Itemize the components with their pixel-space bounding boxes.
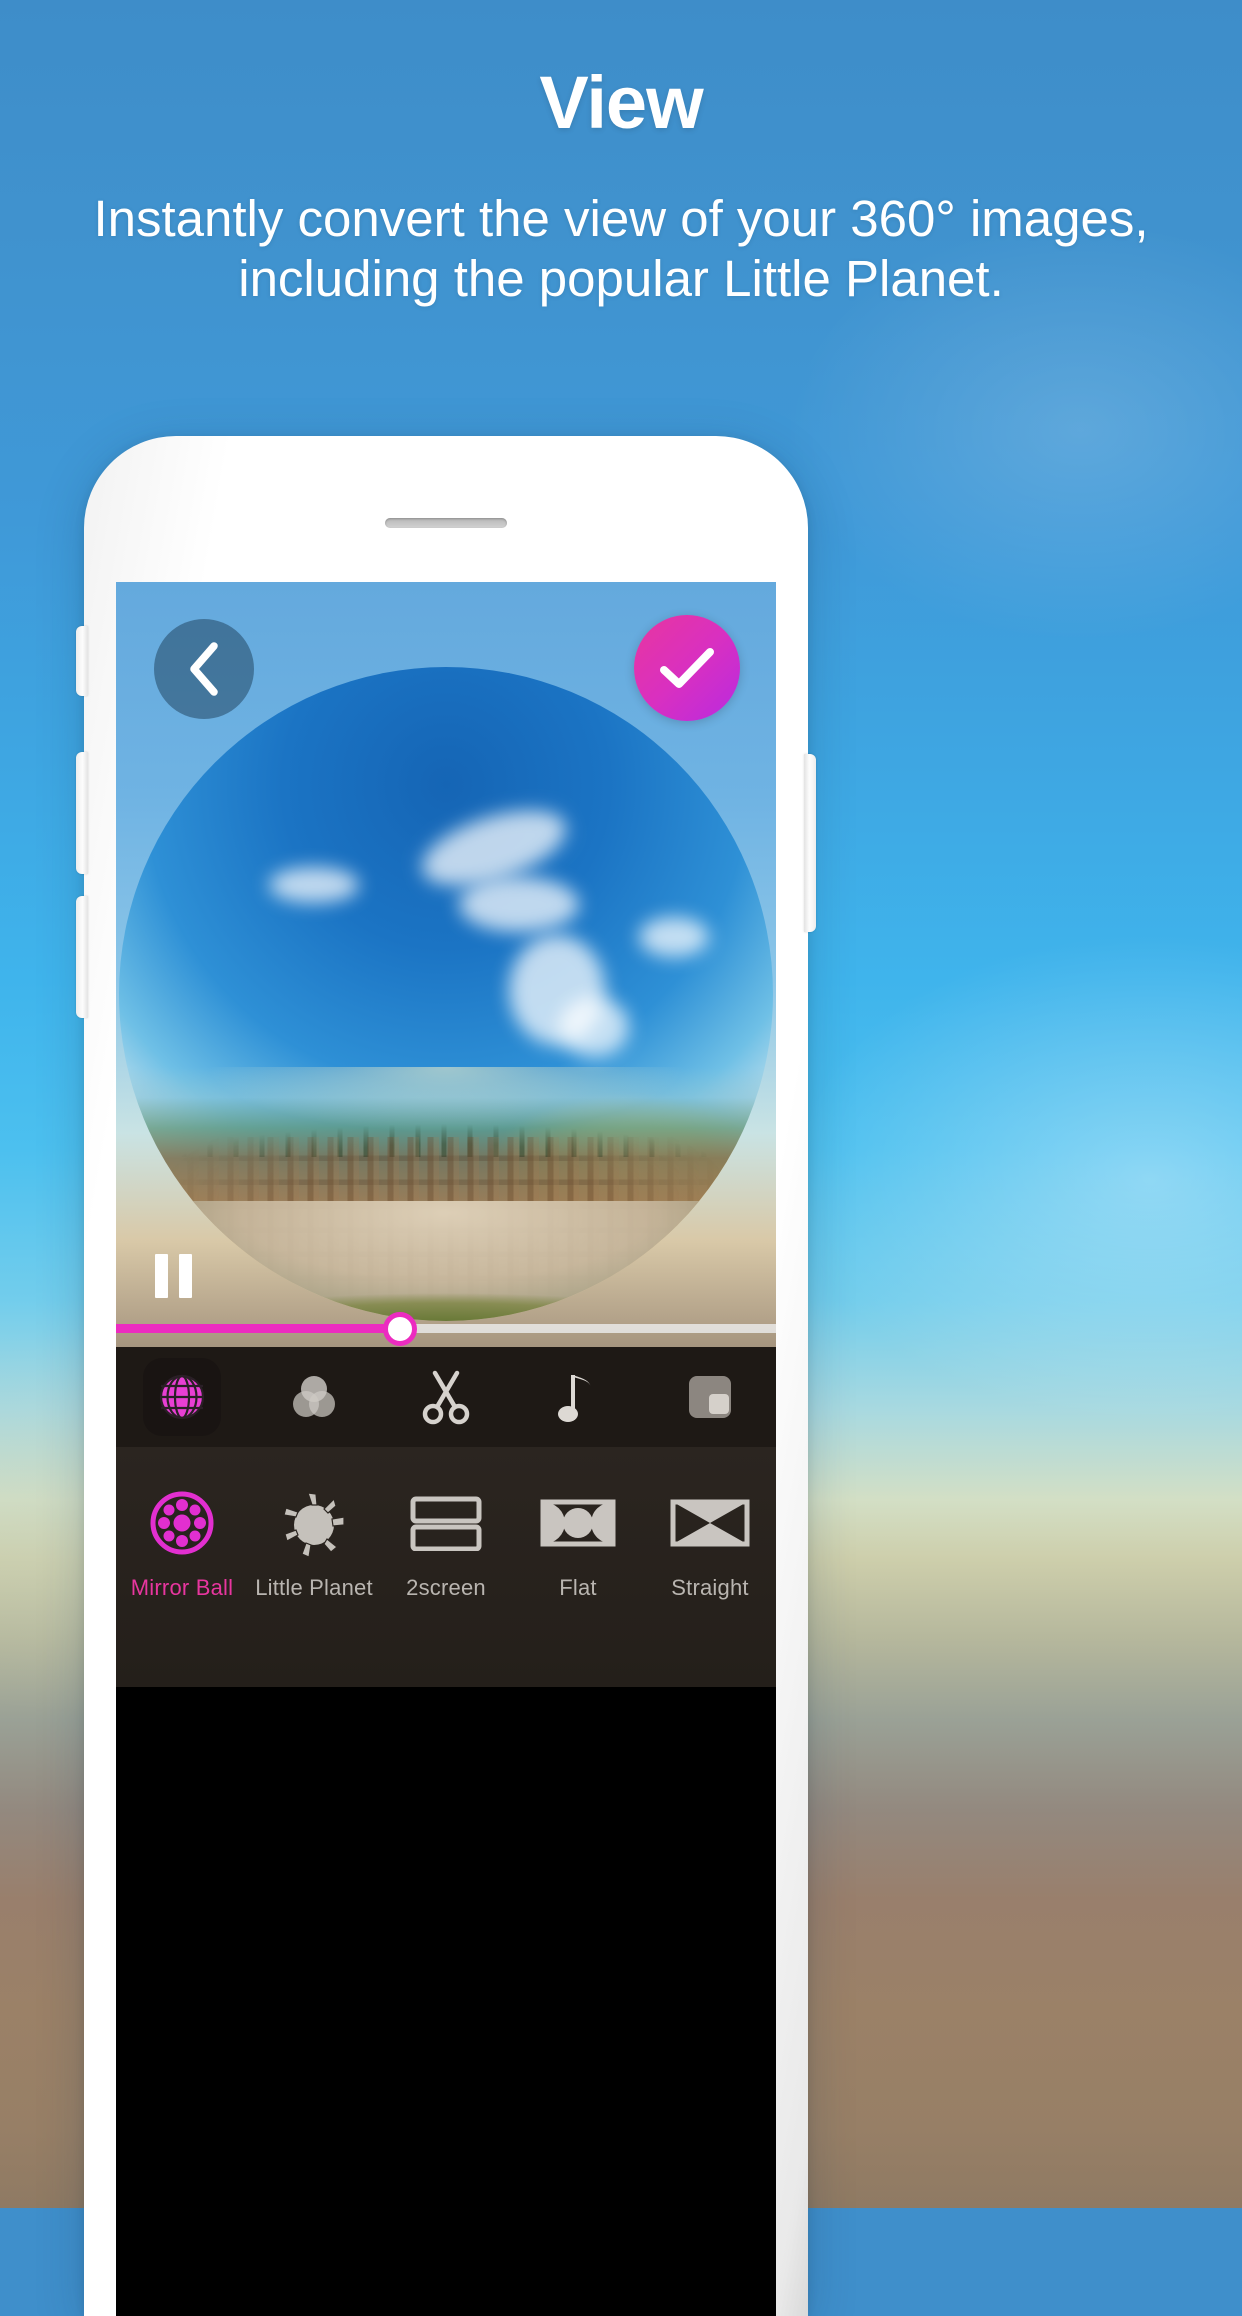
- page-title: View: [539, 61, 703, 144]
- filter-item-mirror-ball[interactable]: Mirror Ball: [116, 1487, 248, 1601]
- filter-item-2screen[interactable]: 2screen: [380, 1487, 512, 1601]
- globe-grid-icon: [159, 1374, 205, 1420]
- toolbar-item-view-mode[interactable]: [116, 1347, 248, 1447]
- cloud-shape: [459, 877, 579, 932]
- cloud-shape: [269, 867, 359, 903]
- toolbar-item-frame[interactable]: [644, 1347, 776, 1447]
- check-icon: [660, 648, 714, 688]
- filter-label: Little Planet: [255, 1575, 373, 1600]
- phone-screen: Mirror Ball Little Planet 2screen Flat S…: [116, 582, 776, 2316]
- view-filter-bar: Mirror Ball Little Planet 2screen Flat S…: [116, 1447, 776, 1687]
- toolbar-item-trim[interactable]: [380, 1347, 512, 1447]
- editor-toolbar: [116, 1347, 776, 1447]
- toolbar-item-music[interactable]: [512, 1347, 644, 1447]
- pause-button[interactable]: [146, 1253, 200, 1299]
- power-button[interactable]: [804, 754, 816, 932]
- little-planet-photo[interactable]: [119, 667, 773, 1321]
- toolbar-chip-selected: [143, 1358, 221, 1436]
- headline-block: View Instantly convert the view of your …: [0, 60, 1242, 308]
- two-screen-icon: [409, 1487, 483, 1559]
- flat-icon: [540, 1487, 616, 1559]
- photo-viewer[interactable]: [116, 582, 776, 1347]
- cloud-shape: [559, 997, 629, 1057]
- scissors-icon: [422, 1370, 470, 1425]
- filter-item-little-planet[interactable]: Little Planet: [248, 1487, 380, 1601]
- filter-label: Straight: [671, 1575, 749, 1600]
- music-note-icon: [558, 1375, 591, 1422]
- confirm-button[interactable]: [634, 615, 740, 721]
- mirror-ball-icon: [148, 1487, 216, 1559]
- color-circles-icon: [293, 1376, 335, 1417]
- filter-item-straight[interactable]: Straight: [644, 1487, 776, 1601]
- filter-label: 2screen: [406, 1575, 486, 1600]
- volume-up-button[interactable]: [76, 752, 88, 874]
- volume-down-button[interactable]: [76, 896, 88, 1018]
- playback-progress-knob[interactable]: [382, 1311, 417, 1346]
- pause-bar-right: [178, 1254, 192, 1298]
- pause-bar-left: [154, 1254, 168, 1298]
- page-subtitle: Instantly convert the view of your 360° …: [93, 190, 1149, 307]
- filter-label: Mirror Ball: [130, 1575, 234, 1600]
- phone-mockup: Mirror Ball Little Planet 2screen Flat S…: [76, 436, 816, 2316]
- grass-ring: [119, 1277, 773, 1321]
- frame-square-icon: [689, 1376, 731, 1418]
- earpiece-speaker-icon: [385, 518, 507, 528]
- playback-progress-fill: [116, 1324, 400, 1333]
- filter-item-flat[interactable]: Flat: [512, 1487, 644, 1601]
- filter-label: Flat: [559, 1575, 597, 1600]
- straight-icon: [670, 1487, 750, 1559]
- back-button[interactable]: [154, 619, 254, 719]
- little-planet-icon: [278, 1487, 350, 1559]
- chevron-left-icon: [190, 642, 218, 696]
- playback-progress-track[interactable]: [116, 1311, 776, 1346]
- screen-bottom-area: [116, 1687, 776, 2316]
- toolbar-item-filter[interactable]: [248, 1347, 380, 1447]
- silent-switch[interactable]: [76, 626, 88, 696]
- cloud-shape: [639, 917, 709, 957]
